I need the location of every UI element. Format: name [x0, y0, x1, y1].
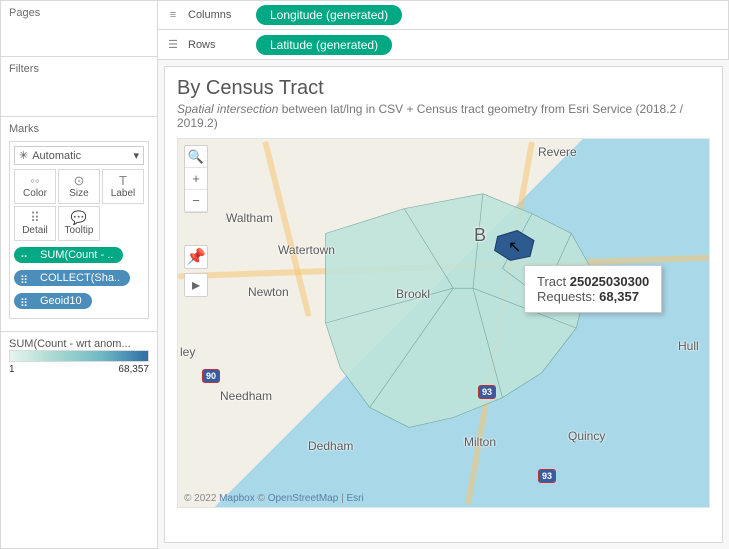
census-tracts-layer: [178, 139, 709, 507]
attrib-esri-link[interactable]: Esri: [346, 493, 363, 504]
map-pin-button[interactable]: 📌: [184, 245, 208, 269]
viz-title: By Census Tract: [177, 77, 710, 100]
tooltip-icon: 💬: [59, 211, 99, 225]
filters-shelf: Filters: [1, 57, 157, 117]
color-icon: ◦◦: [15, 174, 55, 188]
place-needham: Needham: [220, 389, 272, 403]
attrib-mapbox-link[interactable]: Mapbox: [219, 493, 255, 504]
map-zoom-out-button[interactable]: −: [185, 190, 207, 212]
pages-shelf: Pages: [1, 1, 157, 57]
detail-indicator-icon: ⠿: [20, 297, 32, 307]
place-quincy: Quincy: [568, 429, 605, 443]
map-view[interactable]: Revere Waltham Watertown B Newton Brookl…: [177, 138, 710, 508]
columns-label: Columns: [188, 9, 248, 21]
place-wellesley: ley: [180, 345, 195, 359]
plus-icon: +: [192, 171, 200, 186]
map-tooltip: Tract 25025030300 Requests: 68,357: [524, 265, 662, 313]
cursor-icon: ↖: [508, 237, 521, 257]
rows-icon: ☰: [166, 38, 180, 51]
columns-icon: ≡: [166, 9, 180, 21]
rows-shelf[interactable]: ☰ Rows Latitude (generated): [158, 30, 729, 60]
place-revere: Revere: [538, 145, 577, 159]
pill-geoid10[interactable]: ⠿Geoid10: [14, 293, 92, 309]
place-watertown: Watertown: [278, 243, 335, 257]
chevron-right-icon: ▸: [192, 275, 200, 295]
label-icon: T: [103, 174, 143, 188]
map-toolbar: 🔍 + −: [184, 145, 208, 213]
pill-collect-shape[interactable]: ⠿COLLECT(Sha..: [14, 270, 130, 286]
minus-icon: −: [192, 193, 200, 208]
color-indicator-icon: ⠒: [20, 251, 32, 261]
detail-indicator-icon: ⠿: [20, 274, 32, 284]
tooltip-tract-value: 25025030300: [570, 274, 650, 289]
pin-icon: 📌: [186, 247, 206, 267]
rows-label: Rows: [188, 39, 248, 51]
shield-i93a: 93: [478, 385, 496, 399]
viz-subtitle: Spatial intersection between lat/lng in …: [177, 102, 710, 130]
automatic-icon: ✳: [19, 149, 28, 162]
legend-max: 68,357: [118, 364, 149, 375]
chevron-down-icon: ▾: [133, 149, 139, 162]
pages-title: Pages: [9, 7, 149, 19]
place-boston: B: [474, 225, 486, 246]
legend-min: 1: [9, 364, 15, 375]
shield-i93b: 93: [538, 469, 556, 483]
pill-sum-count[interactable]: ⠒SUM(Count - ..: [14, 247, 123, 263]
map-search-button[interactable]: 🔍: [185, 146, 207, 168]
mark-type-label: Automatic: [32, 150, 129, 162]
shield-i90: 90: [202, 369, 220, 383]
mark-type-dropdown[interactable]: ✳ Automatic ▾: [14, 146, 144, 165]
marks-color-button[interactable]: ◦◦Color: [14, 169, 56, 204]
place-hull: Hull: [678, 339, 699, 353]
place-waltham: Waltham: [226, 211, 273, 225]
marks-detail-button[interactable]: ⠿Detail: [14, 206, 56, 241]
main-area: ≡ Columns Longitude (generated) ☰ Rows L…: [158, 0, 729, 549]
marks-size-button[interactable]: ⊙Size: [58, 169, 100, 204]
columns-pill[interactable]: Longitude (generated): [256, 5, 402, 25]
left-sidebar: Pages Filters Marks ✳ Automatic ▾ ◦◦Colo…: [0, 0, 158, 549]
tooltip-requests-value: 68,357: [599, 289, 639, 304]
filters-title: Filters: [9, 63, 149, 75]
viz-panel: By Census Tract Spatial intersection bet…: [164, 66, 723, 543]
place-dedham: Dedham: [308, 439, 353, 453]
rows-pill[interactable]: Latitude (generated): [256, 35, 392, 55]
place-newton: Newton: [248, 285, 289, 299]
map-zoom-in-button[interactable]: +: [185, 168, 207, 190]
marks-card: Marks ✳ Automatic ▾ ◦◦Color ⊙Size TLabel…: [1, 117, 157, 332]
marks-title: Marks: [5, 121, 153, 137]
columns-shelf[interactable]: ≡ Columns Longitude (generated): [158, 0, 729, 30]
search-icon: 🔍: [188, 149, 204, 165]
marks-tooltip-button[interactable]: 💬Tooltip: [58, 206, 100, 241]
size-icon: ⊙: [59, 174, 99, 188]
place-milton: Milton: [464, 435, 496, 449]
color-legend: SUM(Count - wrt anom... 1 68,357: [1, 332, 157, 381]
legend-title: SUM(Count - wrt anom...: [9, 338, 149, 350]
marks-label-button[interactable]: TLabel: [102, 169, 144, 204]
attrib-osm-link[interactable]: OpenStreetMap: [268, 493, 339, 504]
map-expand-button[interactable]: ▸: [184, 273, 208, 297]
map-attribution: © 2022 Mapbox © OpenStreetMap | Esri: [184, 493, 364, 504]
place-brookline: Brookl: [396, 287, 430, 301]
legend-gradient: [9, 350, 149, 362]
detail-icon: ⠿: [15, 211, 55, 225]
